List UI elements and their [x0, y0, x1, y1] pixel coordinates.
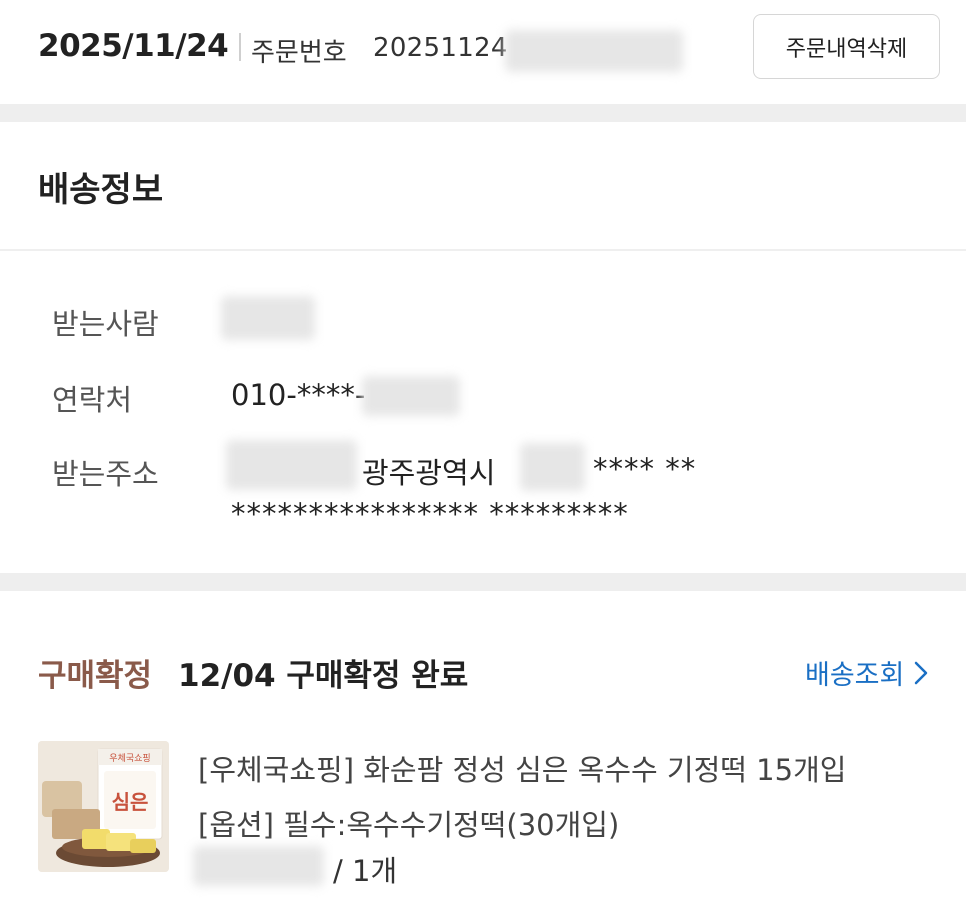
order-date: 2025/11/24: [38, 28, 229, 64]
address-district-redaction: [520, 443, 585, 491]
product-thumbnail[interactable]: 우체국쇼핑 심은: [38, 741, 169, 872]
order-number-label: 주문번호: [251, 38, 347, 68]
contact-redaction: [362, 376, 460, 416]
recipient-redaction: [221, 296, 315, 340]
purchase-status-label: 구매확정: [38, 658, 153, 694]
delete-order-button[interactable]: 주문내역삭제: [753, 14, 940, 79]
product-name[interactable]: [우체국쇼핑] 화순팜 정성 심은 옥수수 기정떡 15개입: [198, 747, 846, 789]
delivery-tracking-link[interactable]: 배송조회: [805, 653, 928, 692]
product-option: [옵션] 필수:옥수수기정떡(30개입): [198, 808, 620, 842]
contact-label: 연락처: [52, 383, 133, 417]
section-divider: [0, 573, 966, 591]
address-masked-line2: **************** *********: [231, 497, 629, 531]
chevron-right-icon: [915, 661, 928, 684]
shipping-info-title: 배송정보: [38, 170, 164, 210]
contact-value: 010-****-: [231, 378, 366, 412]
thumbnail-top-text: 우체국쇼핑: [109, 753, 150, 764]
postal-code-redaction: [226, 440, 357, 490]
shipping-divider: [0, 249, 966, 251]
price-redaction: [193, 846, 324, 886]
address-masked-line1: **** **: [593, 452, 697, 486]
address-label: 받는주소: [52, 457, 159, 491]
address-city: 광주광역시: [362, 456, 496, 490]
order-number-redaction: [505, 30, 683, 72]
order-number: 20251124: [373, 33, 508, 63]
recipient-label: 받는사람: [52, 307, 159, 341]
section-divider: [0, 104, 966, 122]
product-image: 우체국쇼핑 심은: [38, 741, 169, 872]
thumbnail-brand-text: 심은: [112, 790, 149, 814]
header-separator: [239, 33, 241, 61]
product-quantity: / 1개: [333, 854, 398, 888]
purchase-status-text: 12/04 구매확정 완료: [178, 658, 469, 694]
delivery-tracking-label: 배송조회: [805, 660, 905, 691]
